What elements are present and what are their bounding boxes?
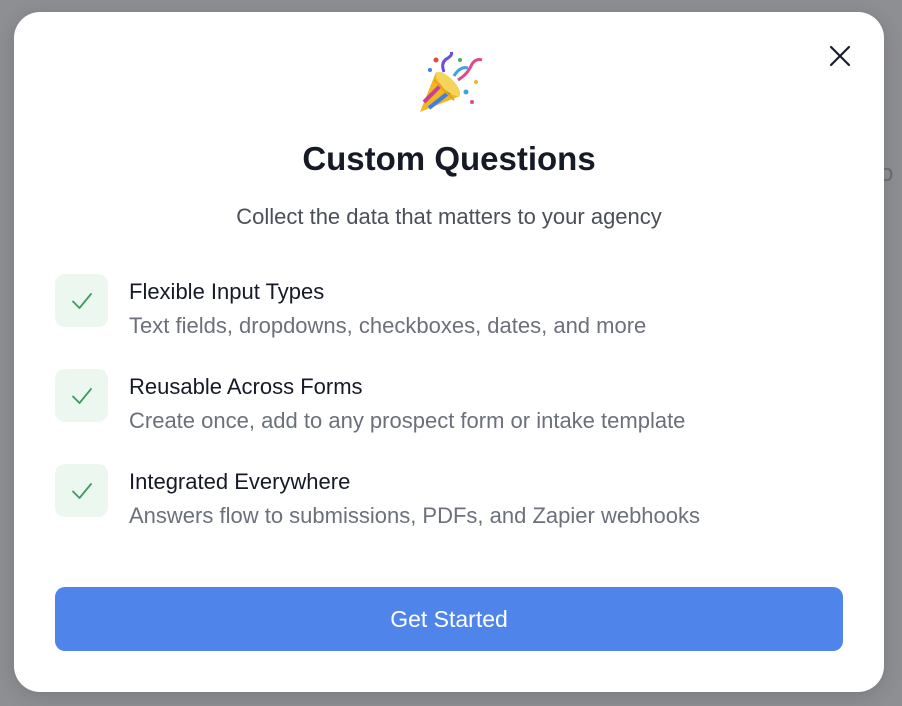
check-badge: [55, 274, 108, 327]
feature-title: Integrated Everywhere: [129, 469, 351, 494]
feature-announcement-modal: Custom Questions Collect the data that m…: [14, 12, 884, 692]
feature-item: Flexible Input Types Text fields, dropdo…: [55, 274, 835, 369]
check-badge: [55, 464, 108, 517]
feature-description: Answers flow to submissions, PDFs, and Z…: [129, 503, 701, 528]
feature-description: Text fields, dropdowns, checkboxes, date…: [129, 313, 647, 338]
check-badge: [55, 369, 108, 422]
modal-subtitle: Collect the data that matters to your ag…: [236, 204, 662, 229]
feature-title: Reusable Across Forms: [129, 374, 363, 399]
close-icon: [829, 45, 851, 67]
check-icon: [71, 292, 92, 309]
feature-item: Reusable Across Forms Create once, add t…: [55, 369, 835, 464]
feature-title: Flexible Input Types: [129, 279, 325, 304]
close-button[interactable]: [824, 40, 856, 72]
check-icon: [71, 387, 92, 404]
modal-title: Custom Questions: [302, 140, 596, 177]
party-popper-icon: [420, 52, 483, 112]
feature-description: Create once, add to any prospect form or…: [129, 408, 686, 433]
get-started-button[interactable]: Get Started: [55, 587, 843, 651]
feature-list: Flexible Input Types Text fields, dropdo…: [55, 274, 835, 559]
feature-item: Integrated Everywhere Answers flow to su…: [55, 464, 835, 559]
check-icon: [71, 482, 92, 499]
